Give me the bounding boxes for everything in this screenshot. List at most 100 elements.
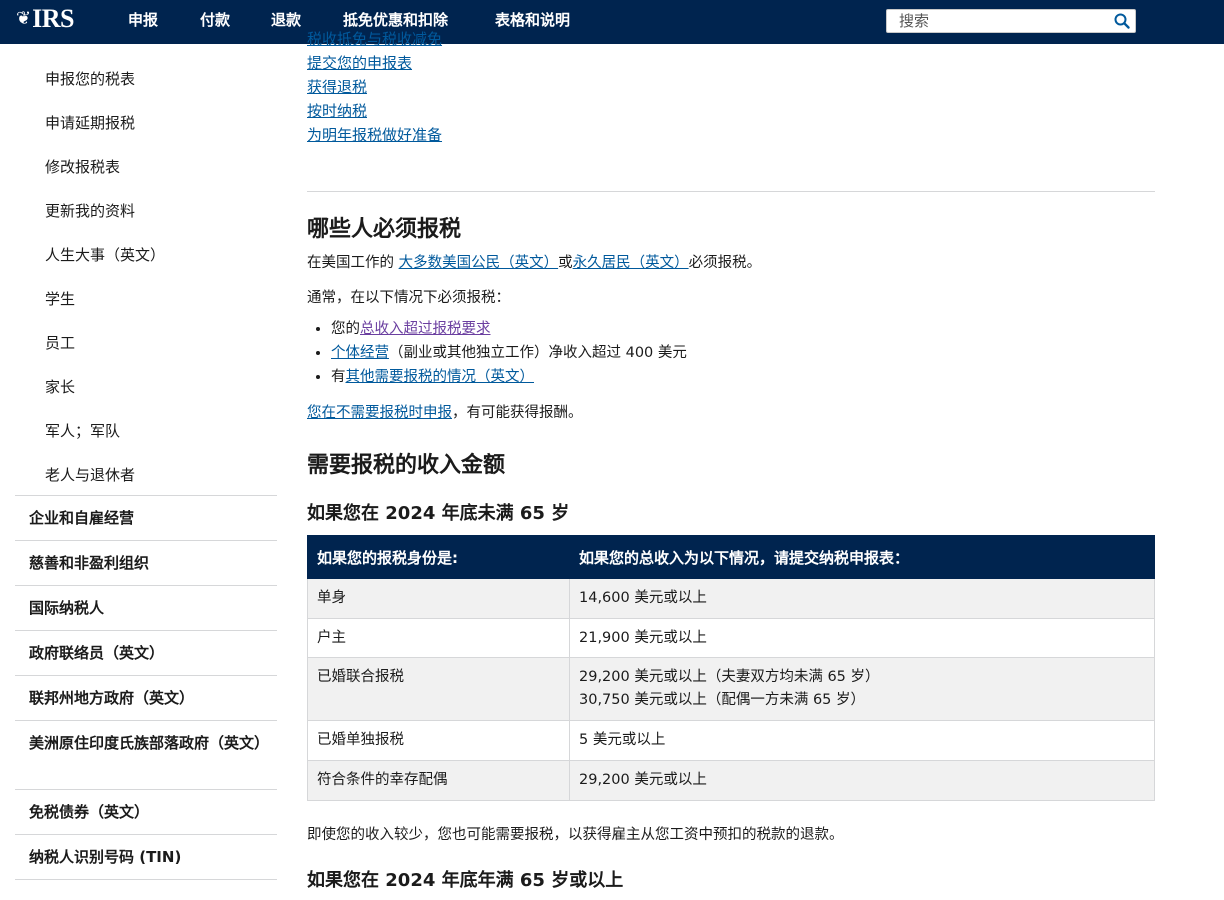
sidebar-item-update-info[interactable]: 更新我的资料 [45,200,135,221]
table-cell-status: 已婚联合报税 [307,657,570,721]
sidebar-item-tribal-governments[interactable]: 美洲原住印度氏族部落政府（英文） [15,720,277,789]
nav-refunds[interactable]: 退款 [271,0,301,38]
intro-text: 必须报税。 [688,255,762,271]
low-income-note: 即使您的收入较少，您也可能需要报税，以获得雇主从您工资中预扣的税款的退款。 [307,827,844,843]
income-amount-heading: 需要报税的收入金额 [307,453,506,478]
sidebar-item-international[interactable]: 国际纳税人 [15,585,277,630]
table-cell-income: 21,900 美元或以上 [569,618,1155,658]
link-pay-on-time[interactable]: 按时纳税 [307,102,367,120]
table-cell-status: 已婚单独报税 [307,720,570,761]
sidebar-item-extension[interactable]: 申请延期报税 [45,112,135,133]
table-header-gross-income: 如果您的总收入为以下情况，请提交纳税申报表： [569,535,1155,579]
search-input[interactable] [899,10,1099,32]
income-line: 29,200 美元或以上（夫妻双方均未满 65 岁） [579,669,880,685]
over-65-heading: 如果您在 2024 年底年满 65 岁或以上 [307,870,624,891]
nav-file[interactable]: 申报 [128,0,158,38]
sidebar-item-military[interactable]: 军人；军队 [45,420,120,441]
sidebar-item-employees[interactable]: 员工 [45,332,75,353]
link-gross-income-requirement[interactable]: 总收入超过报税要求 [360,321,491,337]
table-header-row: 如果您的报税身份是: 如果您的总收入为以下情况，请提交纳税申报表： [307,535,1155,579]
table-row: 户主 21,900 美元或以上 [307,618,1155,658]
sidebar-item-label: 美洲原住印度氏族部落政府（英文） [29,734,270,752]
top-navigation-bar: ❦ IRS 申报 付款 退款 抵免优惠和扣除 表格和说明 [0,0,1224,44]
who-must-file-intro: 在美国工作的 大多数美国公民（英文）或永久居民（英文）必须报税。 [307,251,761,272]
sidebar-item-label: 免税债券（英文） [29,803,150,821]
table-cell-income: 5 美元或以上 [569,720,1155,761]
file-when-not-required: 您在不需要报税时申报，有可能获得报酬。 [307,401,583,422]
table-header-filing-status: 如果您的报税身份是: [307,535,570,579]
income-line: 5 美元或以上 [579,732,666,748]
sidebar-item-life-events[interactable]: 人生大事（英文） [45,244,165,265]
filing-conditions-list: 您的总收入超过报税要求 个体经营（副业或其他独立工作）净收入超过 400 美元 … [331,317,687,389]
who-must-file-heading: 哪些人必须报税 [307,217,462,242]
sidebar-divider [15,879,277,880]
link-file-when-not-required[interactable]: 您在不需要报税时申报 [307,405,452,421]
table-row: 单身 14,600 美元或以上 [307,578,1155,619]
sidebar-item-label: 企业和自雇经营 [29,509,135,527]
sidebar-item-label: 纳税人识别号码 (TIN) [29,848,182,866]
irs-logo[interactable]: ❦ IRS [16,4,74,34]
table-cell-status: 符合条件的幸存配偶 [307,760,570,801]
list-item: 您的总收入超过报税要求 [331,317,687,341]
table-row: 已婚单独报税 5 美元或以上 [307,720,1155,761]
sidebar-item-government-liaisons[interactable]: 政府联络员（英文） [15,630,277,675]
link-item: 按时纳税 [307,99,442,123]
table-cell-income: 29,200 美元或以上 [569,760,1155,801]
sidebar-item-file-your-return[interactable]: 申报您的税表 [45,68,135,89]
link-self-employment[interactable]: 个体经营 [331,345,389,361]
link-prepare-next-year[interactable]: 为明年报税做好准备 [307,126,442,144]
income-line: 30,750 美元或以上（配偶一方未满 65 岁） [579,692,866,708]
sidebar-item-amend[interactable]: 修改报税表 [45,156,120,177]
file-suffix-text: ，有可能获得报酬。 [452,405,583,421]
eagle-icon: ❦ [16,8,32,29]
bullet-text: （副业或其他独立工作）净收入超过 400 美元 [389,345,687,361]
link-us-citizens[interactable]: 大多数美国公民（英文） [399,255,559,271]
section-divider [307,191,1155,192]
bullet-text: 有 [331,369,346,385]
link-item: 税收抵免与税收减免 [307,27,442,51]
under-65-heading: 如果您在 2024 年底未满 65 岁 [307,503,570,524]
filing-requirements-table: 如果您的报税身份是: 如果您的总收入为以下情况，请提交纳税申报表： 单身 14,… [307,535,1155,801]
sidebar-item-students[interactable]: 学生 [45,288,75,309]
link-item: 提交您的申报表 [307,51,442,75]
table-cell-income: 14,600 美元或以上 [569,578,1155,619]
table-cell-status: 户主 [307,618,570,658]
nav-pay[interactable]: 付款 [200,0,230,38]
link-permanent-residents[interactable]: 永久居民（英文） [573,255,689,271]
intro-text: 在美国工作的 [307,255,399,271]
link-other-situations[interactable]: 其他需要报税的情况（英文） [346,369,535,385]
link-credits-deductions[interactable]: 税收抵免与税收减免 [307,30,442,48]
sidebar-item-label: 国际纳税人 [29,599,105,617]
table-cell-status: 单身 [307,578,570,619]
sidebar-item-label: 联邦州地方政府（英文） [29,689,195,707]
table-row: 已婚联合报税 29,200 美元或以上（夫妻双方均未满 65 岁） 30,750… [307,657,1155,721]
bullet-text: 您的 [331,321,360,337]
income-line: 29,200 美元或以上 [579,772,707,788]
sidebar-item-tin[interactable]: 纳税人识别号码 (TIN) [15,834,277,879]
sidebar-item-label: 慈善和非盈利组织 [29,554,150,572]
list-item: 有其他需要报税的情况（英文） [331,365,687,389]
sidebar-item-federal-state-local[interactable]: 联邦州地方政府（英文） [15,675,277,720]
sidebar-item-seniors-retirees[interactable]: 老人与退休者 [45,464,135,485]
search-icon[interactable] [1113,12,1131,30]
link-item: 为明年报税做好准备 [307,123,442,147]
sidebar-item-business[interactable]: 企业和自雇经营 [15,495,277,540]
table-cell-income: 29,200 美元或以上（夫妻双方均未满 65 岁） 30,750 美元或以上（… [569,657,1155,721]
logo-text: IRS [32,4,74,33]
section-link-list: 税收抵免与税收减免 提交您的申报表 获得退税 按时纳税 为明年报税做好准备 [307,27,442,147]
link-item: 获得退税 [307,75,442,99]
sidebar-item-tax-exempt-bonds[interactable]: 免税债券（英文） [15,789,277,834]
list-item: 个体经营（副业或其他独立工作）净收入超过 400 美元 [331,341,687,365]
nav-forms-instructions[interactable]: 表格和说明 [495,0,570,38]
sidebar-item-parents[interactable]: 家长 [45,376,75,397]
status-text: 已婚联合报税 [317,669,404,685]
income-line: 14,600 美元或以上 [579,590,707,606]
intro-text: 或 [558,255,573,271]
sidebar-item-label: 政府联络员（英文） [29,644,165,662]
generally-text: 通常，在以下情况下必须报税： [307,290,510,306]
link-get-refund[interactable]: 获得退税 [307,78,367,96]
link-submit-return[interactable]: 提交您的申报表 [307,54,412,72]
search-box [886,9,1136,33]
table-row: 符合条件的幸存配偶 29,200 美元或以上 [307,760,1155,801]
sidebar-item-charities[interactable]: 慈善和非盈利组织 [15,540,277,585]
